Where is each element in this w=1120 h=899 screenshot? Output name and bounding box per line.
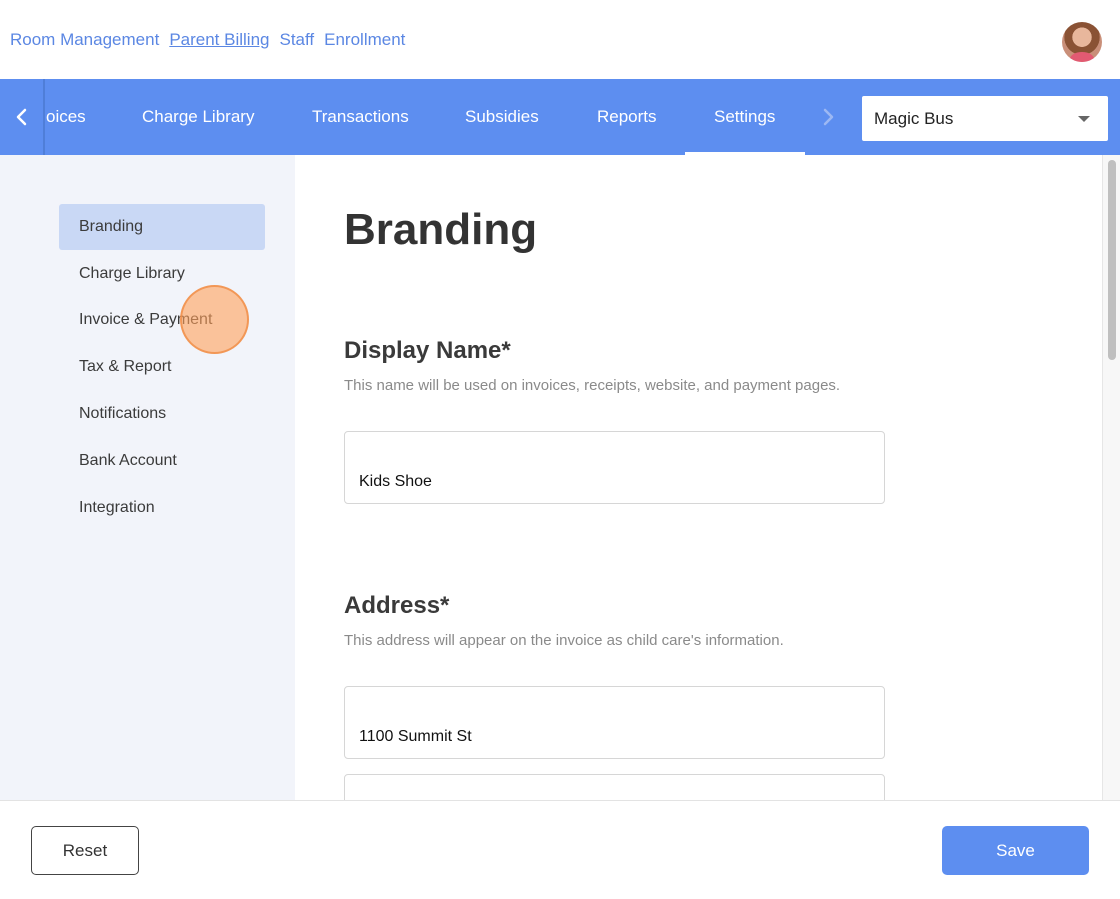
- address-line1-input[interactable]: [344, 686, 885, 759]
- address-label: Address*: [344, 592, 450, 619]
- top-link-staff[interactable]: Staff: [279, 30, 314, 50]
- sidebar-item-bank-account[interactable]: Bank Account: [59, 438, 265, 484]
- user-avatar[interactable]: [1062, 22, 1102, 62]
- organization-select[interactable]: Magic Bus: [862, 96, 1108, 141]
- top-links: Room Management Parent Billing Staff Enr…: [10, 30, 405, 50]
- tabs-scroll-right-button[interactable]: [814, 79, 842, 155]
- tab-reports[interactable]: Reports: [597, 79, 657, 155]
- address-description: This address will appear on the invoice …: [344, 632, 784, 649]
- chevron-right-icon: [823, 108, 834, 126]
- main-content: Branding Display Name* This name will be…: [295, 155, 1102, 800]
- display-name-description: This name will be used on invoices, rece…: [344, 377, 841, 394]
- tab-charge-library[interactable]: Charge Library: [142, 79, 254, 155]
- save-button[interactable]: Save: [942, 826, 1089, 875]
- main-scrollbar[interactable]: [1102, 155, 1120, 800]
- reset-button[interactable]: Reset: [31, 826, 139, 875]
- chevron-left-icon: [16, 108, 26, 126]
- top-link-room-management[interactable]: Room Management: [10, 30, 159, 50]
- tab-settings[interactable]: Settings: [684, 79, 807, 155]
- sidebar-item-charge-library[interactable]: Charge Library: [59, 251, 265, 297]
- tab-subsidies[interactable]: Subsidies: [465, 79, 539, 155]
- sidebar-item-invoice-payment[interactable]: Invoice & Payment: [59, 297, 265, 343]
- scrollbar-thumb[interactable]: [1108, 160, 1116, 360]
- organization-select-value: Magic Bus: [874, 109, 954, 128]
- settings-sidebar: Branding Charge Library Invoice & Paymen…: [0, 155, 295, 800]
- tab-bar: oices Charge Library Transactions Subsid…: [0, 79, 1120, 155]
- page-title: Branding: [344, 205, 538, 254]
- caret-down-icon: [1078, 116, 1090, 122]
- display-name-label: Display Name*: [344, 337, 511, 364]
- display-name-input[interactable]: [344, 431, 885, 504]
- action-footer: Reset Save: [0, 800, 1120, 899]
- sidebar-item-integration[interactable]: Integration: [59, 485, 265, 531]
- tabs-scroll-left-button[interactable]: [0, 79, 45, 155]
- top-link-enrollment[interactable]: Enrollment: [324, 30, 405, 50]
- top-navigation: Room Management Parent Billing Staff Enr…: [0, 0, 1120, 79]
- top-link-parent-billing[interactable]: Parent Billing: [169, 30, 269, 50]
- sidebar-item-tax-report[interactable]: Tax & Report: [59, 344, 265, 390]
- tab-invoices[interactable]: oices: [46, 79, 86, 155]
- tab-transactions[interactable]: Transactions: [312, 79, 409, 155]
- sidebar-item-notifications[interactable]: Notifications: [59, 391, 265, 437]
- address-line2-input[interactable]: [344, 774, 885, 800]
- sidebar-item-branding[interactable]: Branding: [59, 204, 265, 250]
